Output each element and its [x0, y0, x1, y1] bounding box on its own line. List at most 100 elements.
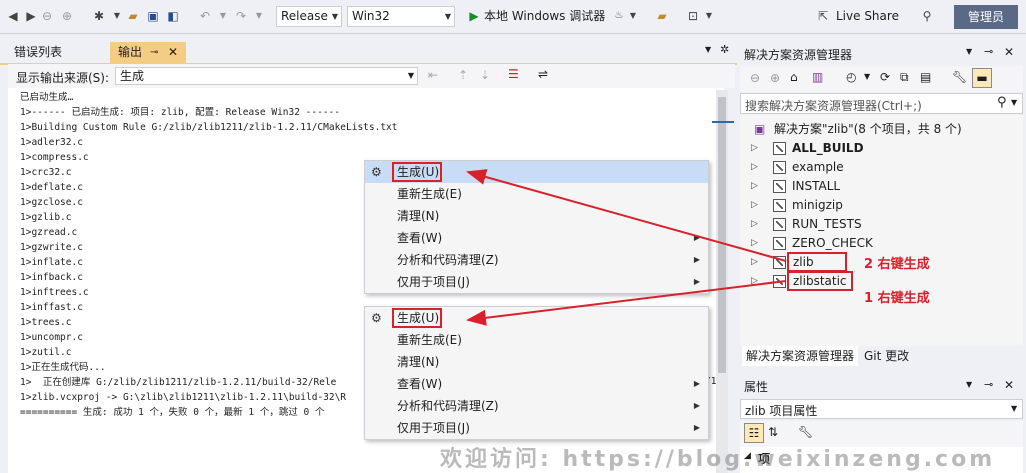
expand-icon[interactable]: ▷ — [751, 234, 758, 253]
browser-icon[interactable]: ⊡ — [686, 9, 700, 23]
output-scrollbar-thumb[interactable] — [718, 97, 726, 373]
redo-dropdown-icon[interactable]: ▼ — [252, 9, 266, 23]
expand-icon[interactable]: ▷ — [751, 215, 758, 234]
back-circle-icon[interactable]: ⊖ — [40, 9, 54, 23]
expand-icon[interactable]: ▷ — [751, 196, 758, 215]
chevron-down-icon[interactable]: ▼ — [966, 47, 972, 56]
redo-icon[interactable]: ↷ — [234, 9, 248, 23]
expand-icon[interactable]: ▷ — [751, 139, 758, 158]
categorized-icon[interactable]: ☷ — [744, 423, 764, 443]
tree-item-solution[interactable]: ▣ 解决方案"zlib"(8 个项目，共 8 个) — [740, 120, 1023, 139]
menu-item-rebuild[interactable]: 重新生成(E) — [365, 329, 708, 351]
menu-item-rebuild[interactable]: 重新生成(E) — [365, 183, 708, 205]
gear-icon[interactable]: ✲ — [720, 43, 729, 56]
wrench-icon[interactable]: 🔧︎ — [952, 70, 967, 84]
save-all-icon[interactable]: ◧ — [166, 9, 180, 23]
solution-tree: ▣ 解决方案"zlib"(8 个项目，共 8 个) ▷ ALL_BUILD ▷ ex… — [740, 115, 1023, 346]
alphabetical-icon[interactable]: ⇅ — [768, 425, 778, 439]
solution-explorer-toolbar: ⊖ ⊕ ⌂ ▥ ◴ ▼ ⟳ ⧉ ▤ 🔧︎ ▬ — [740, 66, 1023, 92]
chevron-down-icon[interactable]: ▼ — [626, 9, 640, 23]
live-share-button[interactable]: Live Share — [836, 9, 899, 23]
tab-output[interactable]: 输出 ⊸ ✕ — [110, 42, 186, 63]
forward-icon[interactable]: ⊕ — [770, 71, 780, 85]
search-icon[interactable]: ⚲ — [997, 95, 1007, 110]
undo-dropdown-icon[interactable]: ▼ — [216, 9, 230, 23]
collapse-all-icon[interactable]: ⧉ — [900, 70, 909, 85]
fire-icon[interactable]: ♨ — [612, 9, 626, 23]
goto-line-icon[interactable]: ⇡ — [458, 68, 468, 82]
play-icon[interactable]: ▶ — [467, 9, 481, 23]
pin-icon[interactable]: ⊸ — [984, 378, 993, 391]
open-folder-icon[interactable]: ▰ — [126, 9, 140, 23]
close-icon[interactable]: ✕ — [168, 42, 178, 63]
tree-item-project[interactable]: ▷ minigzip — [740, 196, 1023, 215]
preview-toggle-icon[interactable]: ▬ — [972, 68, 992, 88]
close-icon[interactable]: ✕ — [1004, 378, 1014, 392]
close-icon[interactable]: ✕ — [1004, 45, 1014, 59]
chevron-down-icon[interactable]: ▼ — [702, 9, 716, 23]
goto-prev-icon[interactable]: ⇤ — [428, 68, 438, 82]
tree-item-project[interactable]: ▷ ALL_BUILD — [740, 139, 1023, 158]
project-icon — [773, 218, 786, 231]
chevron-down-icon[interactable]: ▼ — [1011, 98, 1017, 107]
menu-item-build[interactable]: ⚙ 生成(U) — [365, 161, 708, 183]
solution-explorer-header: 解决方案资源管理器 ▼ ⊸ ✕ — [740, 42, 1023, 64]
solution-search-input[interactable]: 搜索解决方案资源管理器(Ctrl+;) ⚲ ▼ — [740, 93, 1023, 114]
folder-icon[interactable]: ▰ — [655, 9, 669, 23]
tab-git-changes[interactable]: Git 更改 — [860, 346, 913, 366]
menu-item-clean[interactable]: 清理(N) — [365, 351, 708, 373]
save-icon[interactable]: ▣ — [146, 9, 160, 23]
project-label: ALL_BUILD — [792, 141, 864, 155]
tree-item-project[interactable]: ▷ INSTALL — [740, 177, 1023, 196]
switch-view-icon[interactable]: ▥ — [812, 70, 823, 84]
feedback-icon[interactable]: ⚲ — [920, 9, 934, 23]
menu-item-analyze[interactable]: 分析和代码清理(Z) ▶ — [365, 395, 708, 417]
undo-icon[interactable]: ↶ — [198, 9, 212, 23]
menu-item-build[interactable]: ⚙ 生成(U) — [365, 307, 708, 329]
chevron-down-icon[interactable]: ▼ — [110, 9, 124, 23]
project-icon — [773, 180, 786, 193]
configuration-select[interactable]: Release ▼ — [276, 6, 342, 27]
output-source-select[interactable]: 生成 ▼ — [115, 67, 418, 85]
goto-next-icon[interactable]: ⇣ — [480, 68, 490, 82]
solution-explorer-tabs: 解决方案资源管理器 Git 更改 — [740, 346, 1023, 366]
tab-error-list[interactable]: 错误列表 — [6, 42, 71, 63]
tree-item-project[interactable]: ▷ ZERO_CHECK — [740, 234, 1023, 253]
expand-icon[interactable]: ▷ — [751, 177, 758, 196]
run-debugger-button[interactable]: 本地 Windows 调试器 — [484, 9, 605, 23]
menu-item-analyze[interactable]: 分析和代码清理(Z) ▶ — [365, 249, 708, 271]
back-icon[interactable]: ◀ — [6, 9, 20, 23]
history-icon[interactable]: ◴ — [846, 70, 856, 84]
pin-icon[interactable]: ⊸ — [150, 42, 158, 63]
sync-icon[interactable]: ⟳ — [880, 70, 890, 84]
word-wrap-icon[interactable]: ⇌ — [538, 67, 548, 81]
expand-icon[interactable]: ▷ — [751, 272, 758, 291]
expand-icon[interactable]: ▷ — [751, 158, 758, 177]
tab-solution-explorer[interactable]: 解决方案资源管理器 — [742, 346, 859, 366]
forward-circle-icon[interactable]: ⊕ — [60, 9, 74, 23]
clear-all-icon[interactable]: ☰ — [508, 67, 519, 81]
home-icon[interactable]: ⌂ — [790, 70, 798, 84]
menu-item-view[interactable]: 查看(W) ▶ — [365, 373, 708, 395]
tree-item-project[interactable]: ▷ example — [740, 158, 1023, 177]
show-all-files-icon[interactable]: ▤ — [920, 70, 931, 84]
new-item-icon[interactable]: ✱ — [92, 9, 106, 23]
chevron-down-icon[interactable]: ▼ — [864, 72, 870, 81]
back-icon[interactable]: ⊖ — [750, 71, 760, 85]
chevron-down-icon[interactable]: ▼ — [966, 380, 972, 389]
pin-icon[interactable]: ⊸ — [984, 45, 993, 58]
menu-item-project-only[interactable]: 仅用于项目(J) ▶ — [365, 417, 708, 439]
menu-item-view[interactable]: 查看(W) ▶ — [365, 227, 708, 249]
tree-item-project[interactable]: ▷ RUN_TESTS — [740, 215, 1023, 234]
admin-button[interactable]: 管理员 — [954, 5, 1018, 29]
live-share-icon[interactable]: ⇱ — [816, 9, 830, 23]
main-toolbar: ◀ ▶ ⊖ ⊕ ✱ ▼ ▰ ▣ ◧ ↶ ▼ ↷ ▼ Release ▼ Win3… — [0, 0, 1026, 34]
menu-item-clean[interactable]: 清理(N) — [365, 205, 708, 227]
expand-icon[interactable]: ▷ — [751, 253, 758, 272]
forward-icon[interactable]: ▶ — [24, 9, 38, 23]
platform-select[interactable]: Win32 ▼ — [347, 6, 455, 27]
wrench-icon[interactable]: 🔧︎ — [798, 425, 813, 439]
chevron-down-icon[interactable]: ▼ — [705, 45, 711, 54]
properties-object-select[interactable]: zlib 项目属性 ▼ — [740, 399, 1023, 419]
menu-item-project-only[interactable]: 仅用于项目(J) ▶ — [365, 271, 708, 293]
